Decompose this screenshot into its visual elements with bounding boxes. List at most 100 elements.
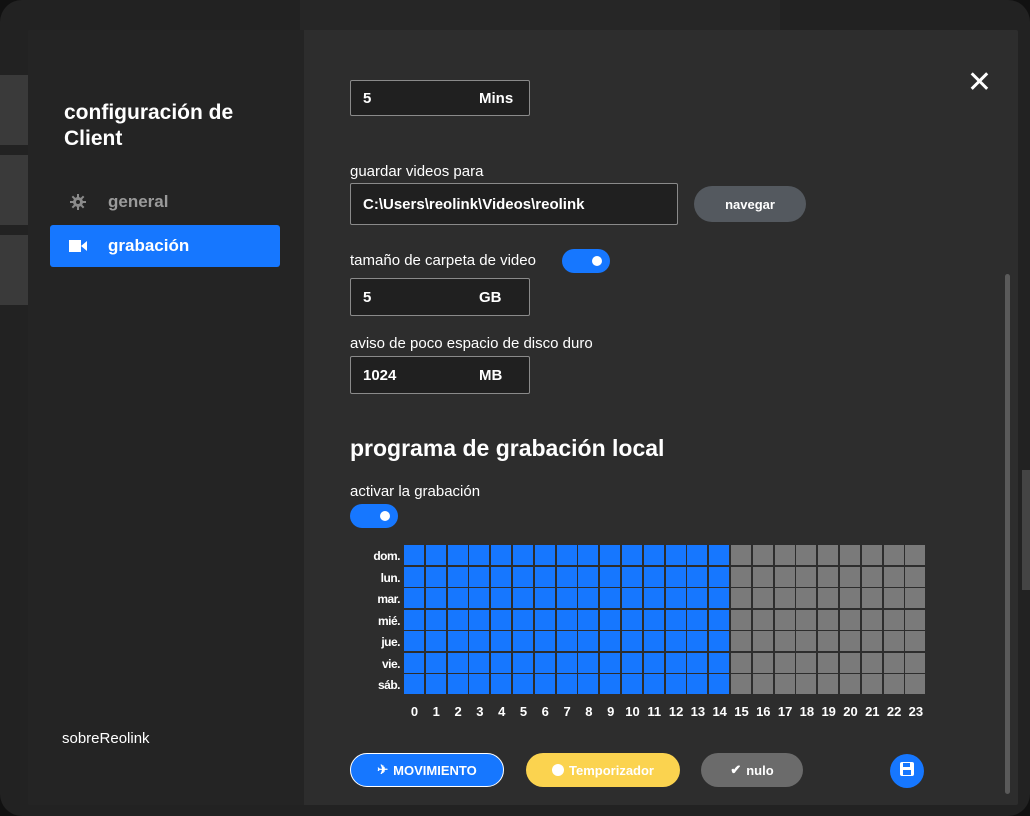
- schedule-cell[interactable]: [905, 545, 926, 565]
- schedule-cell[interactable]: [861, 631, 882, 651]
- schedule-cell[interactable]: [404, 566, 424, 587]
- sidebar-item-recording[interactable]: grabación: [50, 225, 280, 267]
- schedule-cell[interactable]: [883, 674, 904, 694]
- schedule-cell[interactable]: [556, 545, 577, 565]
- schedule-cell[interactable]: [709, 631, 730, 651]
- schedule-cell[interactable]: [665, 674, 686, 694]
- schedule-cell[interactable]: [513, 652, 533, 673]
- schedule-cell[interactable]: [840, 674, 860, 694]
- schedule-cell[interactable]: [731, 609, 751, 630]
- schedule-cell[interactable]: [709, 674, 730, 694]
- schedule-cell[interactable]: [425, 631, 446, 651]
- schedule-cell[interactable]: [447, 674, 468, 694]
- schedule-cell[interactable]: [425, 652, 446, 673]
- schedule-cell[interactable]: [709, 588, 730, 608]
- schedule-cell[interactable]: [665, 588, 686, 608]
- schedule-cell[interactable]: [905, 609, 926, 630]
- schedule-cell[interactable]: [469, 674, 490, 694]
- save-button[interactable]: [890, 754, 924, 788]
- sidebar-item-general[interactable]: general: [50, 181, 280, 223]
- schedule-cell[interactable]: [905, 652, 926, 673]
- motion-button[interactable]: ✈ MOVIMIENTO: [350, 753, 504, 787]
- schedule-cell[interactable]: [534, 566, 555, 587]
- schedule-cell[interactable]: [709, 609, 730, 630]
- schedule-cell[interactable]: [469, 545, 490, 565]
- schedule-cell[interactable]: [687, 609, 708, 630]
- schedule-cell[interactable]: [643, 674, 664, 694]
- schedule-cell[interactable]: [818, 588, 839, 608]
- schedule-cell[interactable]: [687, 652, 708, 673]
- clear-button[interactable]: ✔ nulo: [701, 753, 803, 787]
- schedule-cell[interactable]: [883, 652, 904, 673]
- schedule-cell[interactable]: [643, 566, 664, 587]
- schedule-cell[interactable]: [796, 588, 817, 608]
- schedule-cell[interactable]: [447, 652, 468, 673]
- schedule-cell[interactable]: [513, 609, 533, 630]
- about-link[interactable]: sobreReolink: [62, 730, 150, 747]
- schedule-cell[interactable]: [665, 631, 686, 651]
- schedule-cell[interactable]: [578, 674, 599, 694]
- schedule-cell[interactable]: [600, 545, 621, 565]
- schedule-cell[interactable]: [513, 566, 533, 587]
- schedule-cell[interactable]: [622, 609, 642, 630]
- schedule-cell[interactable]: [447, 609, 468, 630]
- schedule-cell[interactable]: [578, 631, 599, 651]
- schedule-cell[interactable]: [818, 609, 839, 630]
- schedule-cell[interactable]: [491, 566, 512, 587]
- schedule-cell[interactable]: [600, 588, 621, 608]
- schedule-cell[interactable]: [447, 566, 468, 587]
- schedule-cell[interactable]: [534, 588, 555, 608]
- schedule-cell[interactable]: [534, 545, 555, 565]
- schedule-cell[interactable]: [622, 588, 642, 608]
- schedule-cell[interactable]: [404, 588, 424, 608]
- schedule-cell[interactable]: [469, 631, 490, 651]
- schedule-cell[interactable]: [687, 588, 708, 608]
- schedule-cell[interactable]: [491, 652, 512, 673]
- schedule-cell[interactable]: [731, 652, 751, 673]
- schedule-cell[interactable]: [425, 588, 446, 608]
- schedule-cell[interactable]: [818, 674, 839, 694]
- schedule-cell[interactable]: [469, 652, 490, 673]
- schedule-cell[interactable]: [469, 588, 490, 608]
- schedule-cell[interactable]: [643, 652, 664, 673]
- schedule-cell[interactable]: [818, 652, 839, 673]
- schedule-cell[interactable]: [578, 652, 599, 673]
- schedule-cell[interactable]: [556, 588, 577, 608]
- schedule-cell[interactable]: [556, 566, 577, 587]
- schedule-cell[interactable]: [534, 674, 555, 694]
- schedule-cell[interactable]: [905, 566, 926, 587]
- schedule-cell[interactable]: [709, 545, 730, 565]
- schedule-cell[interactable]: [600, 631, 621, 651]
- schedule-cell[interactable]: [883, 631, 904, 651]
- schedule-cell[interactable]: [665, 566, 686, 587]
- schedule-cell[interactable]: [425, 545, 446, 565]
- schedule-cell[interactable]: [491, 674, 512, 694]
- schedule-cell[interactable]: [513, 588, 533, 608]
- schedule-cell[interactable]: [622, 674, 642, 694]
- timer-button[interactable]: Temporizador: [526, 753, 680, 787]
- schedule-cell[interactable]: [513, 545, 533, 565]
- schedule-cell[interactable]: [665, 609, 686, 630]
- schedule-cell[interactable]: [731, 631, 751, 651]
- schedule-cell[interactable]: [687, 631, 708, 651]
- schedule-cell[interactable]: [600, 609, 621, 630]
- schedule-cell[interactable]: [774, 652, 795, 673]
- schedule-cell[interactable]: [469, 609, 490, 630]
- schedule-cell[interactable]: [709, 566, 730, 587]
- schedule-cell[interactable]: [861, 588, 882, 608]
- schedule-cell[interactable]: [491, 588, 512, 608]
- schedule-cell[interactable]: [643, 609, 664, 630]
- schedule-cell[interactable]: [883, 609, 904, 630]
- schedule-cell[interactable]: [556, 674, 577, 694]
- schedule-cell[interactable]: [731, 545, 751, 565]
- folder-size-input[interactable]: 5 GB: [350, 278, 530, 316]
- schedule-cell[interactable]: [687, 674, 708, 694]
- schedule-cell[interactable]: [905, 631, 926, 651]
- low-space-input[interactable]: 1024 MB: [350, 356, 530, 394]
- schedule-cell[interactable]: [643, 588, 664, 608]
- schedule-cell[interactable]: [404, 631, 424, 651]
- schedule-cell[interactable]: [709, 652, 730, 673]
- schedule-cell[interactable]: [491, 545, 512, 565]
- schedule-cell[interactable]: [796, 674, 817, 694]
- schedule-cell[interactable]: [752, 631, 773, 651]
